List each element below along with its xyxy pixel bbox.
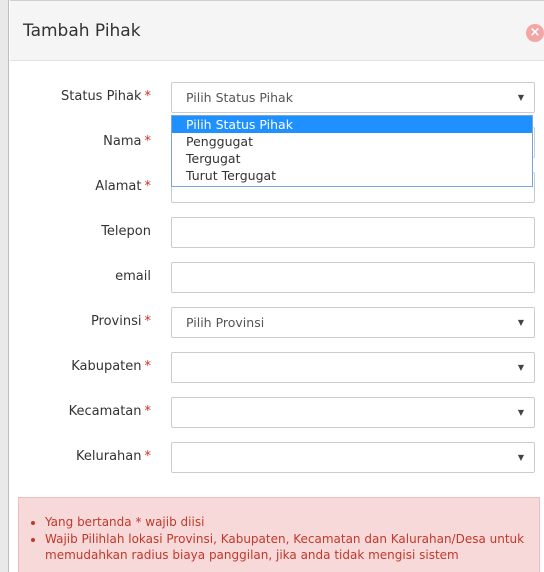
required-mark: * [144, 89, 152, 104]
provinsi-value: Pilih Provinsi [186, 315, 265, 330]
telepon-label: Telepon [101, 224, 151, 239]
provinsi-label: Provinsi * [90, 314, 152, 329]
kabupaten-label: Kabupaten * [71, 359, 151, 374]
dropdown-option[interactable]: Turut Tergugat [172, 167, 532, 184]
status-pihak-dropdown: Pilih Status Pihak Penggugat Tergugat Tu… [171, 115, 533, 187]
provinsi-row: Provinsi * Pilih Provinsi ▼ [10, 307, 544, 338]
required-mark: * [144, 179, 152, 194]
info-alert: Yang bertanda * wajib diisi Wajib Pilihl… [18, 497, 540, 572]
kelurahan-label: Kelurahan * [76, 449, 151, 464]
kelurahan-row: Kelurahan * ▼ [10, 442, 544, 473]
email-label: email [115, 269, 151, 284]
chevron-down-icon: ▼ [517, 453, 524, 462]
kabupaten-select[interactable]: ▼ [171, 352, 535, 383]
alamat-label: Alamat * [95, 179, 151, 194]
nama-label: Nama * [103, 134, 151, 149]
required-mark: * [144, 359, 152, 374]
required-mark: * [144, 449, 152, 464]
required-mark: * [144, 134, 152, 149]
kecamatan-label: Kecamatan * [68, 404, 152, 419]
dropdown-option[interactable]: Pilih Status Pihak [172, 116, 532, 133]
status-pihak-row: Status Pihak * Pilih Status Pihak ▼ [10, 82, 544, 113]
chevron-down-icon: ▼ [517, 93, 524, 102]
alert-item: Wajib Pilihlah lokasi Provinsi, Kabupate… [45, 531, 525, 563]
provinsi-select[interactable]: Pilih Provinsi ▼ [171, 307, 535, 338]
email-row: email [10, 262, 544, 293]
status-pihak-label: Status Pihak * [61, 89, 151, 104]
dropdown-option[interactable]: Tergugat [172, 150, 532, 167]
chevron-down-icon: ▼ [517, 318, 524, 327]
background-panel-edge [0, 0, 9, 572]
chevron-down-icon: ▼ [517, 408, 524, 417]
modal-title: Tambah Pihak [23, 21, 141, 41]
telepon-input[interactable] [171, 217, 535, 248]
alert-item: Yang bertanda * wajib diisi [45, 514, 525, 530]
telepon-row: Telepon [10, 217, 544, 248]
kelurahan-select[interactable]: ▼ [171, 442, 535, 473]
close-icon[interactable]: × [526, 24, 544, 42]
dropdown-option[interactable]: Penggugat [172, 133, 532, 150]
status-pihak-select[interactable]: Pilih Status Pihak ▼ [171, 82, 535, 113]
required-mark: * [144, 314, 152, 329]
kecamatan-row: Kecamatan * ▼ [10, 397, 544, 428]
kabupaten-row: Kabupaten * ▼ [10, 352, 544, 383]
modal-header: Tambah Pihak × [10, 1, 544, 61]
chevron-down-icon: ▼ [517, 363, 524, 372]
info-alert-list: Yang bertanda * wajib diisi Wajib Pilihl… [45, 514, 525, 563]
status-pihak-value: Pilih Status Pihak [186, 90, 293, 105]
kecamatan-select[interactable]: ▼ [171, 397, 535, 428]
email-input[interactable] [171, 262, 535, 293]
add-party-modal: Tambah Pihak × Status Pihak * Pilih Statu… [10, 0, 544, 572]
required-mark: * [144, 404, 152, 419]
